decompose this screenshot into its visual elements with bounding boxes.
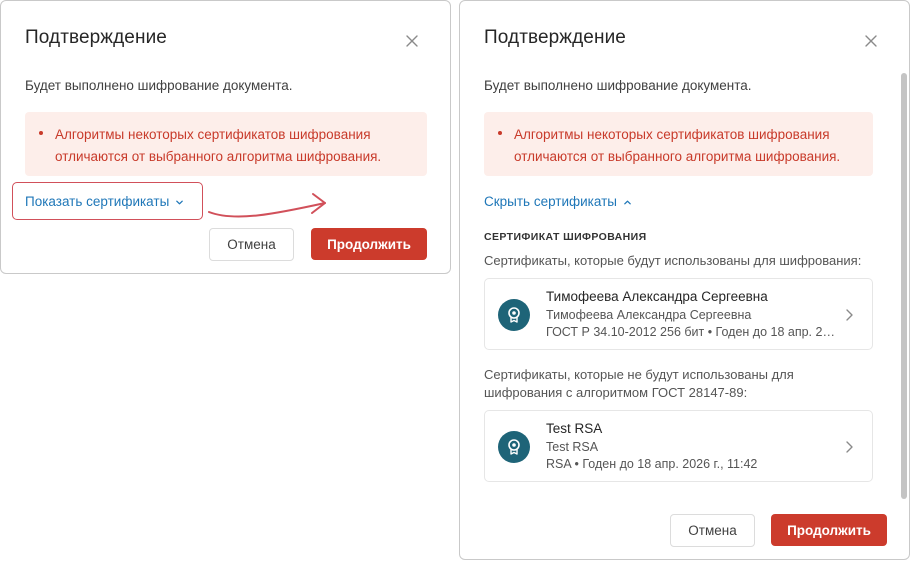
scrollbar[interactable] (901, 73, 907, 499)
close-icon[interactable] (402, 31, 422, 51)
certificate-icon (498, 431, 530, 463)
dialog-title: Подтверждение (484, 27, 626, 48)
warning-text: Алгоритмы некоторых сертификатов шифрова… (55, 127, 382, 164)
cancel-button[interactable]: Отмена (670, 514, 755, 547)
bullet-icon (39, 131, 43, 135)
hide-certificates-link[interactable]: Скрыть сертификаты (484, 194, 632, 209)
cancel-button[interactable]: Отмена (209, 228, 294, 261)
annotation-arrow-icon (208, 193, 326, 218)
close-icon[interactable] (861, 31, 881, 51)
certificate-title: Тимофеева Александра Сергеевна (546, 289, 768, 304)
annotation-highlight-box (12, 182, 203, 220)
certificate-card[interactable]: Test RSA Test RSA RSA • Годен до 18 апр.… (484, 410, 873, 482)
confirmation-dialog-expanded: Подтверждение Будет выполнено шифрование… (459, 0, 910, 560)
unused-certificates-caption: Сертификаты, которые не будут использова… (484, 367, 794, 400)
certificate-detail: RSA • Годен до 18 апр. 2026 г., 11:42 (546, 457, 758, 471)
dialog-title: Подтверждение (25, 27, 167, 48)
warning-alert: Алгоритмы некоторых сертификатов шифрова… (484, 112, 873, 176)
warning-text: Алгоритмы некоторых сертификатов шифрова… (514, 127, 841, 164)
dialog-message: Будет выполнено шифрование документа. (25, 78, 293, 93)
certificate-subtitle: Тимофеева Александра Сергеевна (546, 308, 752, 322)
confirmation-dialog-collapsed: Подтверждение Будет выполнено шифрование… (0, 0, 451, 274)
used-certificates-caption: Сертификаты, которые будут использованы … (484, 253, 862, 268)
certificate-detail: ГОСТ Р 34.10-2012 256 бит • Годен до 18 … (546, 325, 836, 339)
section-heading: СЕРТИФИКАТ ШИФРОВАНИЯ (484, 231, 647, 243)
warning-alert: Алгоритмы некоторых сертификатов шифрова… (25, 112, 427, 176)
certificate-title: Test RSA (546, 421, 603, 436)
bullet-icon (498, 131, 502, 135)
chevron-right-icon (844, 308, 854, 322)
certificate-icon (498, 299, 530, 331)
dialog-message: Будет выполнено шифрование документа. (484, 78, 752, 93)
chevron-right-icon (844, 440, 854, 454)
certificate-card[interactable]: Тимофеева Александра Сергеевна Тимофеева… (484, 278, 873, 350)
continue-button[interactable]: Продолжить (311, 228, 427, 260)
hide-certificates-label: Скрыть сертификаты (484, 194, 617, 209)
chevron-up-icon (623, 198, 632, 207)
certificate-subtitle: Test RSA (546, 440, 599, 454)
continue-button[interactable]: Продолжить (771, 514, 887, 546)
